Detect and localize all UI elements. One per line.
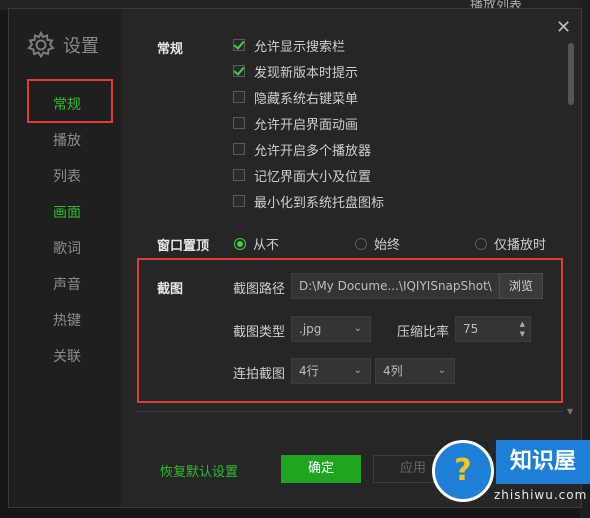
scroll-down-arrow-icon[interactable]: ▼ [567, 407, 573, 416]
dropdown-value: 4行 [299, 364, 319, 378]
nav-item-picture[interactable]: 画面 [9, 195, 121, 231]
option-minimize-to-tray[interactable]: 最小化到系统托盘图标 [233, 192, 385, 211]
stepper-value: 75 [463, 322, 479, 336]
settings-nav: 常规 播放 列表 画面 歌词 声音 热键 关联 [9, 87, 121, 375]
stepper-up-icon[interactable]: ▲ [520, 319, 525, 329]
option-label: 允许开启界面动画 [254, 117, 359, 133]
scrollbar-thumb[interactable] [568, 43, 574, 105]
option-show-search-bar[interactable]: 允许显示搜索栏 [233, 36, 346, 55]
option-label: 发现新版本时提示 [254, 65, 359, 81]
watermark-url: zhishiwu.com [494, 488, 588, 502]
chevron-down-icon: ⌄ [437, 365, 446, 376]
restore-defaults-link[interactable]: 恢复默认设置 [160, 461, 238, 480]
radio-label: 始终 [374, 238, 401, 253]
compression-ratio-stepper[interactable]: 75 ▲ ▼ [455, 316, 531, 342]
screenshot-type-label: 截图类型 [233, 325, 286, 340]
radio-always[interactable]: 始终 [355, 234, 400, 253]
screenshot-section-label: 截图 [157, 282, 184, 297]
dropdown-value: 4列 [383, 364, 403, 378]
option-multiple-players[interactable]: 允许开启多个播放器 [233, 140, 372, 159]
checkbox[interactable] [233, 91, 245, 103]
nav-item-associations[interactable]: 关联 [9, 339, 121, 375]
radio-button[interactable] [234, 237, 246, 250]
general-highlight-box [27, 79, 113, 123]
checkbox[interactable] [233, 143, 245, 155]
chevron-down-icon: ⌄ [353, 365, 362, 376]
settings-title: 设置 [63, 36, 99, 57]
chevron-down-icon: ⌄ [353, 323, 362, 334]
radio-only-when-playing[interactable]: 仅播放时 [475, 234, 546, 253]
option-ui-animation[interactable]: 允许开启界面动画 [233, 114, 359, 133]
nav-item-playback[interactable]: 播放 [9, 123, 121, 159]
general-section-label: 常规 [157, 42, 184, 57]
screenshot-type-dropdown[interactable]: .jpg ⌄ [291, 316, 371, 342]
radio-button[interactable] [355, 237, 367, 250]
option-label: 允许显示搜索栏 [254, 39, 346, 55]
settings-dialog: 设置 常规 播放 列表 画面 歌词 声音 热键 关联 ✕ ▼ 常规 允许显示搜索… [8, 8, 582, 508]
dropdown-value: .jpg [299, 322, 322, 336]
checkbox[interactable] [233, 195, 245, 207]
checkbox[interactable] [233, 169, 245, 181]
footer-divider [137, 411, 563, 412]
nav-item-playlist[interactable]: 列表 [9, 159, 121, 195]
nav-item-hotkeys[interactable]: 热键 [9, 303, 121, 339]
close-icon[interactable]: ✕ [556, 17, 571, 38]
scrollbar[interactable]: ▼ [567, 43, 575, 416]
screenshot-path-label: 截图路径 [233, 282, 286, 297]
settings-header: 设置 [27, 31, 99, 59]
compression-ratio-label: 压缩比率 [397, 325, 450, 340]
radio-never[interactable]: 从不 [234, 234, 279, 253]
option-new-version-prompt[interactable]: 发现新版本时提示 [233, 62, 359, 81]
option-label: 最小化到系统托盘图标 [254, 195, 385, 211]
stepper-down-icon[interactable]: ▼ [520, 329, 525, 339]
option-label: 记忆界面大小及位置 [254, 169, 372, 185]
browse-button[interactable]: 浏览 [499, 273, 543, 299]
burst-rows-dropdown[interactable]: 4行 ⌄ [291, 358, 371, 384]
burst-screenshot-label: 连拍截图 [233, 367, 286, 382]
screenshot-path-field[interactable]: D:\My Docume...\IQIYISnapShot\ [291, 273, 499, 299]
checkbox[interactable] [233, 39, 245, 51]
option-label: 允许开启多个播放器 [254, 143, 372, 159]
question-bulb-icon: ? [432, 440, 494, 502]
radio-button[interactable] [475, 237, 487, 250]
window-top-label: 窗口置顶 [157, 239, 210, 254]
radio-label: 仅播放时 [494, 238, 547, 253]
option-remember-size-position[interactable]: 记忆界面大小及位置 [233, 166, 372, 185]
checkbox[interactable] [233, 65, 245, 77]
radio-label: 从不 [253, 238, 280, 253]
checkbox[interactable] [233, 117, 245, 129]
ok-button[interactable]: 确定 [281, 455, 361, 483]
burst-cols-dropdown[interactable]: 4列 ⌄ [375, 358, 455, 384]
nav-item-lyrics[interactable]: 歌词 [9, 231, 121, 267]
watermark-logo: ? 知识屋 zhishiwu.com [432, 436, 590, 518]
gear-icon [27, 31, 55, 59]
settings-sidebar: 设置 常规 播放 列表 画面 歌词 声音 热键 关联 [9, 9, 121, 507]
nav-item-sound[interactable]: 声音 [9, 267, 121, 303]
option-label: 隐藏系统右键菜单 [254, 91, 359, 107]
option-hide-context-menu[interactable]: 隐藏系统右键菜单 [233, 88, 359, 107]
watermark-name: 知识屋 [496, 440, 590, 484]
